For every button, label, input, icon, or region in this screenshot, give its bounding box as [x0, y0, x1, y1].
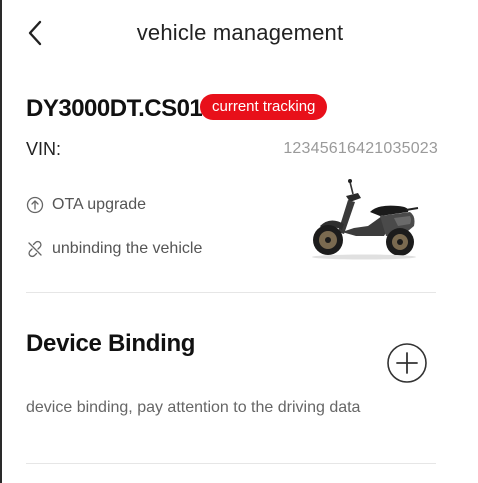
device-binding-title: Device Binding: [26, 330, 196, 357]
scooter-image: [312, 179, 419, 260]
vin-value: 12345616421035023: [283, 140, 438, 157]
ota-upgrade-button[interactable]: OTA upgrade: [26, 196, 146, 214]
vin-label: VIN:: [26, 139, 62, 159]
ota-upgrade-label: OTA upgrade: [52, 196, 146, 213]
plus-circle-icon[interactable]: [386, 342, 428, 384]
ota-upgrade-icon: [26, 196, 44, 214]
header: vehicle management: [2, 0, 478, 70]
page-title: vehicle management: [136, 20, 344, 45]
device-binding-description: device binding, pay attention to the dri…: [26, 399, 361, 416]
divider: [26, 292, 436, 293]
divider: [26, 463, 436, 464]
unbind-vehicle-label: unbinding the vehicle: [52, 240, 203, 257]
vehicle-management-screen: vehicle management DY3000DT.CS01 current…: [0, 0, 478, 483]
unlink-icon: [28, 240, 42, 258]
status-badge: current tracking: [200, 94, 328, 120]
unbind-vehicle-button[interactable]: unbinding the vehicle: [26, 240, 202, 258]
vehicle-name: DY3000DT.CS01: [26, 95, 203, 122]
